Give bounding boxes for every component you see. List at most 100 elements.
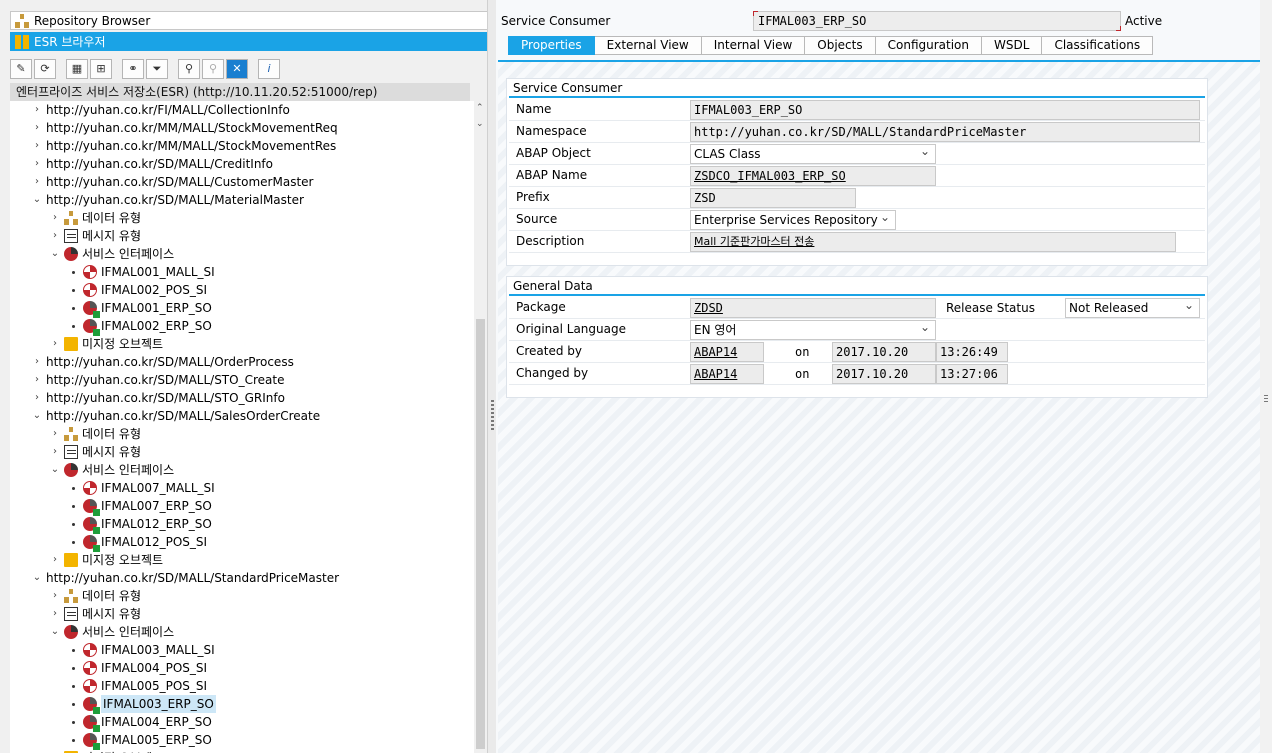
content-scrollbar[interactable] [1260, 0, 1272, 753]
expand-chevron-icon[interactable]: › [32, 155, 42, 173]
tab-internal-view[interactable]: Internal View [701, 36, 806, 55]
tree-object-node[interactable]: IFMAL004_ERP_SO [68, 713, 212, 732]
expand-chevron-icon[interactable]: › [32, 101, 42, 119]
scroll-up-arrow-icon[interactable]: ⌃ [476, 103, 484, 113]
nav-repository-browser[interactable]: Repository Browser [10, 11, 488, 30]
pane-splitter[interactable] [487, 0, 496, 753]
expand-chevron-icon[interactable]: › [32, 371, 42, 389]
tree-category-node[interactable]: ⌄ 서비스 인터페이스 [50, 623, 174, 641]
collapse-chevron-icon[interactable]: ⌄ [32, 569, 42, 587]
tree-object-node[interactable]: IFMAL005_ERP_SO [68, 731, 212, 750]
tree-category-node[interactable]: › 메시지 유형 [50, 227, 141, 245]
package-field[interactable]: ZDSD [690, 298, 936, 318]
tree-object-node[interactable]: IFMAL001_MALL_SI [68, 263, 215, 281]
expand-chevron-icon[interactable]: › [50, 443, 60, 461]
info-icon[interactable]: i [258, 58, 280, 79]
repository-tree[interactable]: › http://yuhan.co.kr/FI/MALL/CollectionIn… [10, 101, 474, 753]
tree-category-node[interactable]: › 미지정 오브젝트 [50, 749, 163, 753]
expand-icon[interactable]: ⊞ [90, 58, 112, 79]
binoculars-disabled-icon[interactable]: ⚲ [202, 58, 224, 79]
prefix-field[interactable]: ZSD [690, 188, 856, 208]
description-field[interactable]: Mall 기준판가마스터 전송 [690, 232, 1176, 252]
tree-object-node[interactable]: IFMAL012_ERP_SO [68, 515, 212, 534]
expand-chevron-icon[interactable]: › [32, 173, 42, 191]
tree-namespace-node[interactable]: › http://yuhan.co.kr/SD/MALL/CustomerMast… [32, 173, 313, 191]
collapse-chevron-icon[interactable]: ⌄ [50, 623, 60, 641]
tree-object-node[interactable]: IFMAL002_POS_SI [68, 281, 207, 299]
tab-properties[interactable]: Properties [508, 36, 595, 55]
expand-chevron-icon[interactable]: › [50, 335, 60, 353]
scroll-down-arrow-icon[interactable]: ⌄ [476, 119, 484, 129]
nav-esr-browser[interactable]: ESR 브라우저 [10, 32, 488, 51]
created-by-field[interactable]: ABAP14 [690, 342, 764, 362]
tree-object-node[interactable]: IFMAL003_MALL_SI [68, 641, 215, 659]
tree-category-node[interactable]: › 미지정 오브젝트 [50, 551, 163, 569]
tree-namespace-node[interactable]: › http://yuhan.co.kr/MM/MALL/StockMovemen… [32, 119, 338, 137]
expand-chevron-icon[interactable]: › [50, 209, 60, 227]
tree-category-node[interactable]: ⌄ 서비스 인터페이스 [50, 461, 174, 479]
abap-object-dropdown[interactable]: CLAS Class [690, 144, 936, 164]
filter-icon[interactable]: ⏷ [146, 58, 168, 79]
tree-object-node[interactable]: IFMAL007_ERP_SO [68, 497, 212, 516]
tab-classifications[interactable]: Classifications [1042, 36, 1154, 55]
tree-category-node[interactable]: › 데이터 유형 [50, 209, 141, 227]
source-dropdown[interactable]: Enterprise Services Repository [690, 210, 896, 230]
tree-object-node[interactable]: IFMAL003_ERP_SO [68, 695, 216, 714]
changed-by-field[interactable]: ABAP14 [690, 364, 764, 384]
tab-configuration[interactable]: Configuration [875, 36, 983, 55]
collapse-chevron-icon[interactable]: ⌄ [50, 245, 60, 263]
tree-object-node[interactable]: IFMAL001_ERP_SO [68, 299, 212, 318]
created-date-field[interactable]: 2017.10.20 [832, 342, 936, 362]
tree-category-node[interactable]: › 메시지 유형 [50, 605, 141, 623]
expand-chevron-icon[interactable]: › [32, 389, 42, 407]
tree-namespace-node[interactable]: › http://yuhan.co.kr/MM/MALL/StockMovemen… [32, 137, 336, 155]
scroll-thumb[interactable] [476, 319, 485, 749]
tree-namespace-node[interactable]: ⌄ http://yuhan.co.kr/SD/MALL/MaterialMast… [32, 191, 304, 209]
created-time-field[interactable]: 13:26:49 [936, 342, 1008, 362]
tree-category-node[interactable]: › 메시지 유형 [50, 443, 141, 461]
expand-chevron-icon[interactable]: › [32, 353, 42, 371]
expand-chevron-icon[interactable]: › [32, 137, 42, 155]
changed-time-field[interactable]: 13:27:06 [936, 364, 1008, 384]
collapse-chevron-icon[interactable]: ⌄ [32, 407, 42, 425]
name-field[interactable]: IFMAL003_ERP_SO [690, 100, 1200, 120]
splitter-grip-icon[interactable] [491, 400, 494, 430]
tree-object-node[interactable]: IFMAL004_POS_SI [68, 659, 207, 677]
refresh-icon[interactable]: ⟳ [34, 58, 56, 79]
changed-date-field[interactable]: 2017.10.20 [832, 364, 936, 384]
tree-object-node[interactable]: IFMAL005_POS_SI [68, 677, 207, 695]
tab-objects[interactable]: Objects [805, 36, 876, 55]
tree-namespace-node[interactable]: ⌄ http://yuhan.co.kr/SD/MALL/StandardPric… [32, 569, 339, 587]
object-name-field[interactable]: IFMAL003_ERP_SO [753, 11, 1121, 31]
release-status-dropdown[interactable]: Not Released [1065, 298, 1200, 318]
close-icon[interactable]: ✕ [226, 58, 248, 79]
tree-namespace-node[interactable]: ⌄ http://yuhan.co.kr/SD/MALL/SalesOrderCr… [32, 407, 320, 425]
tree-namespace-node[interactable]: › http://yuhan.co.kr/SD/MALL/STO_GRInfo [32, 389, 285, 407]
tab-external-view[interactable]: External View [594, 36, 702, 55]
expand-chevron-icon[interactable]: › [50, 605, 60, 623]
expand-chevron-icon[interactable]: › [50, 749, 60, 753]
expand-chevron-icon[interactable]: › [32, 119, 42, 137]
tree-category-node[interactable]: › 미지정 오브젝트 [50, 335, 163, 353]
expand-chevron-icon[interactable]: › [50, 425, 60, 443]
collapse-chevron-icon[interactable]: ⌄ [32, 191, 42, 209]
binoculars-icon[interactable]: ⚲ [178, 58, 200, 79]
tree-category-node[interactable]: › 데이터 유형 [50, 587, 141, 605]
original-language-dropdown[interactable]: EN 영어 [690, 320, 936, 340]
expand-chevron-icon[interactable]: › [50, 587, 60, 605]
grid-view-icon[interactable]: ▦ [66, 58, 88, 79]
tree-scrollbar[interactable]: ⌃ ⌄ [474, 101, 487, 753]
tree-category-node[interactable]: › 데이터 유형 [50, 425, 141, 443]
tree-object-node[interactable]: IFMAL002_ERP_SO [68, 317, 212, 336]
tree-namespace-node[interactable]: › http://yuhan.co.kr/SD/MALL/OrderProcess [32, 353, 294, 371]
tree-namespace-node[interactable]: › http://yuhan.co.kr/SD/MALL/STO_Create [32, 371, 284, 389]
namespace-field[interactable]: http://yuhan.co.kr/SD/MALL/StandardPrice… [690, 122, 1200, 142]
abap-name-field[interactable]: ZSDCO_IFMAL003_ERP_SO [690, 166, 936, 186]
expand-chevron-icon[interactable]: › [50, 227, 60, 245]
tree-namespace-node[interactable]: › http://yuhan.co.kr/FI/MALL/CollectionIn… [32, 101, 290, 119]
scroll-grip-icon[interactable] [1264, 395, 1268, 403]
tree-category-node[interactable]: ⌄ 서비스 인터페이스 [50, 245, 174, 263]
tree-namespace-node[interactable]: › http://yuhan.co.kr/SD/MALL/CreditInfo [32, 155, 273, 173]
tree-object-node[interactable]: IFMAL007_MALL_SI [68, 479, 215, 497]
connect-icon[interactable]: ⚭ [122, 58, 144, 79]
